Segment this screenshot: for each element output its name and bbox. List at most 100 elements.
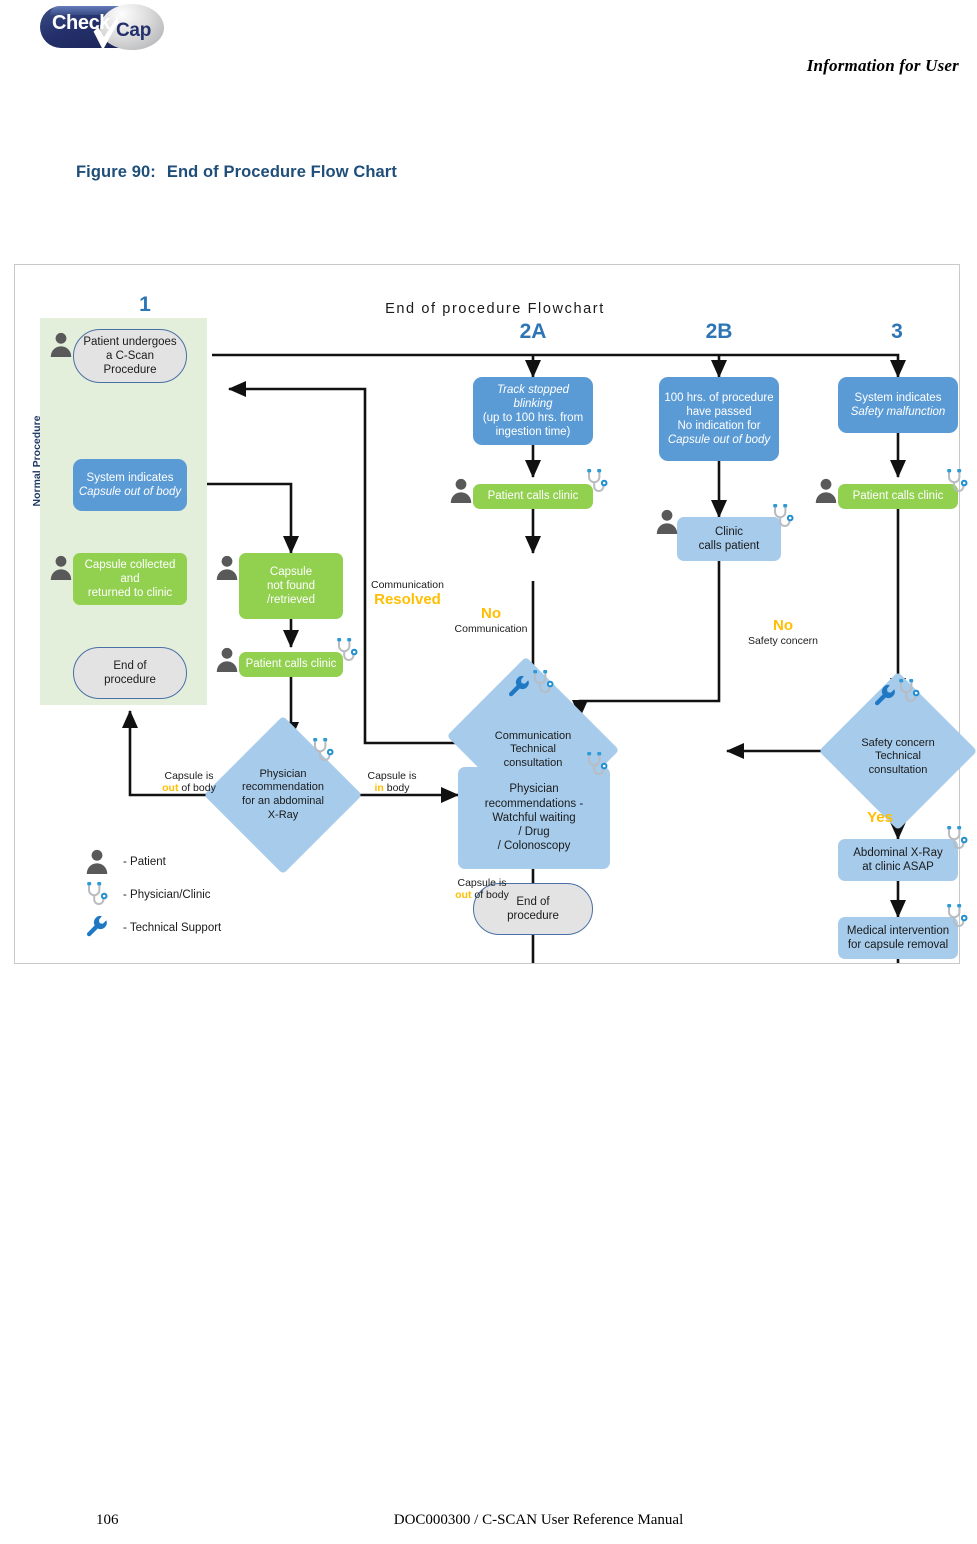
node-line: Technical [510, 743, 556, 756]
edge-label-line: No [481, 605, 501, 622]
stethoscope-icon [531, 669, 557, 702]
edge-label-line: Resolved [374, 591, 441, 609]
figure-title: End of Procedure Flow Chart [166, 163, 397, 181]
node-abdominal-xray-asap[interactable]: Abdominal X-Ray at clinic ASAP [838, 839, 958, 881]
node-100hrs-passed[interactable]: 100 hrs. of procedure have passed No ind… [659, 377, 779, 461]
node-line: Safety concern [861, 736, 935, 749]
node-line: Clinic [714, 525, 744, 538]
node-patient-calls-clinic-2a[interactable]: Patient calls clinic [473, 484, 593, 509]
node-line: Patient calls clinic [852, 490, 944, 503]
node-capsule-not-found[interactable]: Capsule not found /retrieved [239, 553, 343, 619]
node-line: procedure [104, 674, 156, 686]
column-number-2a: 2A [519, 320, 547, 343]
node-line: No indication for [677, 420, 761, 432]
node-line: /retrieved [267, 594, 315, 607]
legend-item-patient: - Patient [85, 845, 221, 878]
flowchart-title: End of procedure Flowchart [385, 301, 605, 317]
page-footer: 106 DOC000300 / C-SCAN User Reference Ma… [0, 1512, 977, 1544]
node-line: recommendations - [484, 797, 584, 810]
stethoscope-icon [585, 751, 611, 784]
node-line: not found [267, 579, 315, 592]
column-number-3: 3 [891, 320, 903, 343]
legend-item-physician: - Physician/Clinic [85, 878, 221, 911]
edge-label-line: Capsule is [164, 770, 214, 782]
node-line: Medical intervention [846, 924, 950, 937]
flowchart-legend: - Patient - Physician/Clinic - Technical… [85, 845, 221, 944]
page-header: Check Cap Information for User [0, 0, 977, 100]
patient-icon [449, 477, 473, 508]
stethoscope-icon [945, 903, 971, 936]
edge-label-line: Capsule is [367, 770, 417, 782]
edge-label-capsule-out-of-body-bottom: Capsule is out of body [439, 877, 525, 902]
node-line: Capsule out of body [78, 486, 182, 498]
edge-label-line: Yes [867, 809, 893, 826]
legend-label: - Physician/Clinic [123, 888, 211, 901]
patient-icon [814, 477, 838, 508]
node-line: Watchful waiting [492, 811, 576, 824]
stethoscope-icon [311, 737, 337, 770]
node-patient-calls-clinic-3[interactable]: Patient calls clinic [838, 484, 958, 509]
edge-label-capsule-in-body: Capsule is in body [351, 770, 433, 795]
figure-number: Figure 90: [76, 163, 156, 181]
wrench-icon [85, 914, 115, 942]
node-line: Capsule [269, 565, 313, 578]
figure-caption: Figure 90: End of Procedure Flow Chart [76, 163, 397, 182]
node-line: Track stopped blinking [496, 383, 569, 410]
node-line: Patient calls clinic [487, 490, 579, 503]
node-end-of-procedure-normal[interactable]: End of procedure [73, 647, 187, 699]
node-safety-concern-technical-consultation[interactable]: Safety concern Technical consultation [818, 671, 977, 831]
node-medical-intervention-removal[interactable]: Medical intervention for capsule removal [838, 917, 958, 959]
node-line: for an abdominal [242, 795, 324, 807]
patient-icon [215, 646, 239, 677]
node-system-indicates-capsule-out[interactable]: System indicates Capsule out of body [73, 459, 187, 511]
node-line: Capsule collected and [84, 558, 176, 585]
patient-icon [49, 554, 73, 585]
node-patient-undergoes-cscan[interactable]: Patient undergoes a C-Scan Procedure [73, 329, 187, 383]
node-line: / Colonoscopy [497, 840, 571, 853]
patient-icon [49, 331, 73, 362]
node-line: System indicates [854, 391, 942, 404]
node-system-indicates-safety-malfunction[interactable]: System indicates Safety malfunction [838, 377, 958, 433]
column-number-2b: 2B [705, 320, 733, 343]
edge-label-no-safety-concern: No Safety concern [731, 617, 835, 647]
node-line: at clinic ASAP [862, 861, 934, 873]
node-line: Patient calls clinic [245, 658, 337, 671]
node-line: Patient undergoes [83, 335, 177, 348]
node-capsule-collected-returned[interactable]: Capsule collected and returned to clinic [73, 553, 187, 605]
node-track-stopped-blinking[interactable]: Track stopped blinking (up to 100 hrs. f… [473, 377, 593, 445]
node-line: recommendation [242, 781, 324, 794]
node-line: have passed [686, 405, 752, 418]
edge-label-line: of body [471, 889, 509, 902]
legend-label: - Technical Support [123, 921, 222, 934]
checkcap-logo: Check Cap [40, 2, 164, 52]
node-clinic-calls-patient[interactable]: Clinic calls patient [677, 517, 781, 561]
stethoscope-icon [85, 881, 115, 909]
node-line: 100 hrs. of procedure [664, 391, 774, 404]
stethoscope-icon [945, 468, 971, 501]
stethoscope-icon [585, 468, 611, 501]
stethoscope-icon [335, 637, 361, 670]
node-line: X-Ray [267, 808, 299, 821]
patient-icon [85, 848, 115, 876]
node-line: (up to 100 hrs. from [482, 412, 584, 424]
legend-item-technical-support: - Technical Support [85, 911, 221, 944]
node-line: System indicates [86, 471, 174, 484]
node-line: Technical [875, 750, 921, 763]
edge-label-no-communication: No Communication [445, 605, 537, 635]
edge-label-line: out [162, 782, 179, 795]
node-line: End of [113, 659, 147, 672]
node-line: a C-Scan Procedure [103, 349, 157, 377]
node-line: / Drug [518, 826, 550, 839]
stethoscope-icon [771, 503, 797, 536]
node-line: calls patient [698, 540, 760, 552]
wrench-icon [873, 683, 897, 712]
node-line: Safety malfunction [850, 406, 946, 418]
node-line: Abdominal X-Ray [853, 846, 943, 859]
stethoscope-icon [897, 678, 923, 711]
footer-document-name: DOC000300 / C-SCAN User Reference Manual [393, 1512, 684, 1528]
node-patient-calls-clinic-1b[interactable]: Patient calls clinic [239, 652, 343, 677]
flowchart-canvas: Normal Procedure End of procedure Flowch… [15, 265, 977, 963]
edge-label-line: of body [178, 782, 216, 795]
column-number-1: 1 [139, 293, 151, 316]
edge-label-line: Safety concern [747, 634, 819, 647]
